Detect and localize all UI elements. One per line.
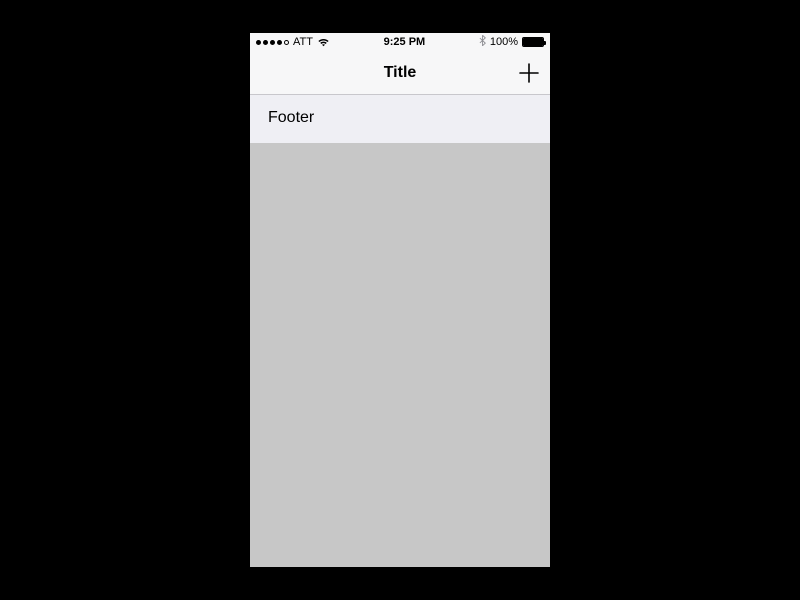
signal-dots bbox=[256, 40, 289, 45]
signal-dot bbox=[270, 40, 275, 45]
signal-dot bbox=[284, 40, 289, 45]
plus-icon bbox=[518, 62, 540, 84]
status-time: 9:25 PM bbox=[384, 36, 426, 48]
section-footer: Footer bbox=[250, 95, 550, 143]
status-left: ATT bbox=[256, 36, 330, 48]
status-bar: ATT 9:25 PM 100% bbox=[250, 33, 550, 51]
bluetooth-icon bbox=[479, 35, 486, 49]
add-button[interactable] bbox=[518, 51, 540, 94]
battery-icon bbox=[522, 37, 544, 47]
wifi-icon bbox=[317, 38, 330, 47]
page-title: Title bbox=[384, 64, 417, 82]
navigation-bar: Title bbox=[250, 51, 550, 95]
signal-dot bbox=[277, 40, 282, 45]
battery-fill bbox=[523, 38, 543, 46]
signal-dot bbox=[256, 40, 261, 45]
signal-dot bbox=[263, 40, 268, 45]
phone-screen: ATT 9:25 PM 100% Title bbox=[250, 33, 550, 567]
carrier-label: ATT bbox=[293, 36, 313, 48]
table-view[interactable]: Footer bbox=[250, 95, 550, 567]
battery-percent: 100% bbox=[490, 36, 518, 48]
status-right: 100% bbox=[479, 35, 544, 49]
